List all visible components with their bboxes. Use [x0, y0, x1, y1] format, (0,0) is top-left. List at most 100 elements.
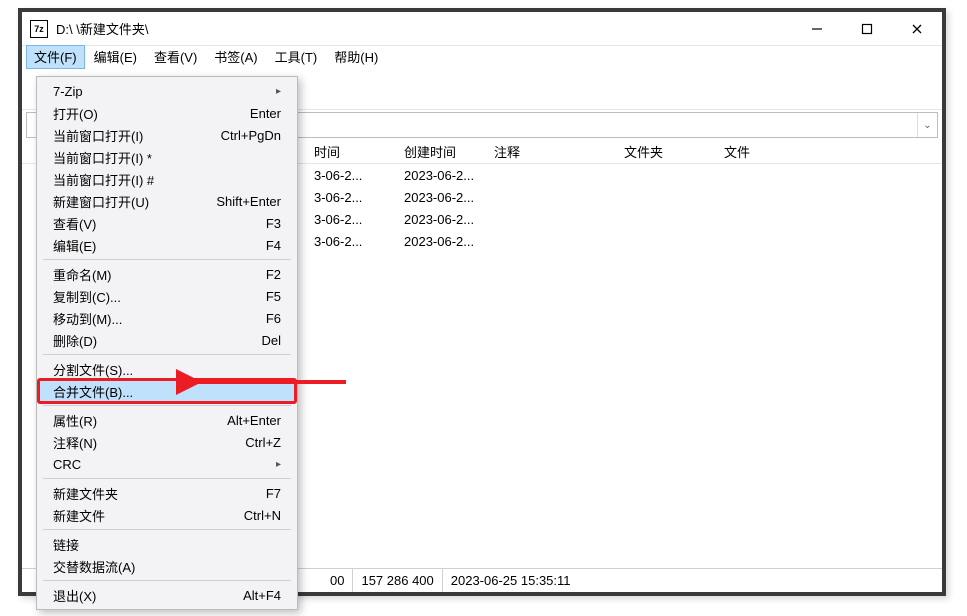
- menu-item-accelerator: F7: [266, 486, 281, 501]
- file-menu-item[interactable]: 删除(D)Del: [39, 329, 295, 351]
- menu-item-accelerator: F2: [266, 267, 281, 282]
- menu-help[interactable]: 帮助(H): [326, 45, 386, 69]
- menu-item-label: 新建窗口打开(U): [53, 192, 216, 211]
- file-menu-item[interactable]: CRC▸: [39, 453, 295, 475]
- menu-separator: [43, 478, 291, 479]
- menu-item-accelerator: Shift+Enter: [216, 194, 281, 209]
- menu-item-accelerator: Alt+Enter: [227, 413, 281, 428]
- close-icon: [911, 23, 923, 35]
- file-menu-item[interactable]: 合并文件(B)...: [39, 380, 295, 402]
- file-menu-item[interactable]: 当前窗口打开(I)Ctrl+PgDn: [39, 124, 295, 146]
- menu-item-label: 链接: [53, 535, 281, 554]
- file-menu-item[interactable]: 属性(R)Alt+Enter: [39, 409, 295, 431]
- menu-item-accelerator: Ctrl+Z: [245, 435, 281, 450]
- file-menu-item[interactable]: 打开(O)Enter: [39, 102, 295, 124]
- address-dropdown-button[interactable]: ⌄: [917, 113, 937, 137]
- col-modified[interactable]: 时间: [308, 142, 398, 161]
- menu-separator: [43, 580, 291, 581]
- menu-item-label: 交替数据流(A): [53, 557, 281, 576]
- menu-item-label: 移动到(M)...: [53, 309, 266, 328]
- menu-item-label: 复制到(C)...: [53, 287, 266, 306]
- file-menu-item[interactable]: 交替数据流(A): [39, 555, 295, 577]
- cell-created: 2023-06-2...: [398, 212, 488, 227]
- cell-created: 2023-06-2...: [398, 190, 488, 205]
- menu-item-accelerator: Alt+F4: [243, 588, 281, 603]
- file-menu-item[interactable]: 编辑(E)F4: [39, 234, 295, 256]
- menu-item-label: 属性(R): [53, 411, 227, 430]
- maximize-icon: [861, 23, 873, 35]
- chevron-right-icon: ▸: [276, 86, 281, 97]
- window-title: D:\ \新建文件夹\: [56, 19, 148, 38]
- menu-item-label: 打开(O): [53, 104, 250, 123]
- menu-item-label: 合并文件(B)...: [53, 382, 281, 401]
- menu-item-label: 当前窗口打开(I) #: [53, 170, 281, 189]
- status-seg-1: 00: [322, 569, 353, 592]
- menu-item-label: 查看(V): [53, 214, 266, 233]
- menu-item-label: 重命名(M): [53, 265, 266, 284]
- menu-item-accelerator: Del: [261, 333, 281, 348]
- menu-item-label: 删除(D): [53, 331, 261, 350]
- menu-item-label: 7-Zip: [53, 84, 276, 99]
- menu-item-accelerator: F6: [266, 311, 281, 326]
- status-seg-3: 2023-06-25 15:35:11: [443, 569, 579, 592]
- file-menu-item[interactable]: 新建窗口打开(U)Shift+Enter: [39, 190, 295, 212]
- menu-bookmarks[interactable]: 书签(A): [206, 45, 265, 69]
- menu-separator: [43, 405, 291, 406]
- col-comment[interactable]: 注释: [488, 142, 618, 161]
- menu-view[interactable]: 查看(V): [146, 45, 205, 69]
- file-menu-item[interactable]: 当前窗口打开(I) *: [39, 146, 295, 168]
- app-icon: 7z: [30, 20, 48, 38]
- chevron-down-icon: ⌄: [923, 120, 931, 131]
- menu-tools[interactable]: 工具(T): [267, 45, 326, 69]
- file-menu-item[interactable]: 链接: [39, 533, 295, 555]
- menu-item-accelerator: Ctrl+PgDn: [221, 128, 281, 143]
- maximize-button[interactable]: [842, 12, 892, 45]
- menu-separator: [43, 529, 291, 530]
- file-menu-item[interactable]: 注释(N)Ctrl+Z: [39, 431, 295, 453]
- cell-modified: 3-06-2...: [308, 168, 398, 183]
- menu-item-accelerator: F4: [266, 238, 281, 253]
- menu-item-label: 新建文件夹: [53, 484, 266, 503]
- cell-modified: 3-06-2...: [308, 212, 398, 227]
- menu-item-label: 新建文件: [53, 506, 244, 525]
- menu-item-label: 注释(N): [53, 433, 245, 452]
- file-menu-item[interactable]: 新建文件Ctrl+N: [39, 504, 295, 526]
- titlebar: 7z D:\ \新建文件夹\: [22, 12, 942, 46]
- file-menu-item[interactable]: 当前窗口打开(I) #: [39, 168, 295, 190]
- menu-separator: [43, 354, 291, 355]
- minimize-button[interactable]: [792, 12, 842, 45]
- file-menu-item[interactable]: 查看(V)F3: [39, 212, 295, 234]
- minimize-icon: [811, 23, 823, 35]
- menu-file[interactable]: 文件(F): [26, 45, 85, 69]
- chevron-right-icon: ▸: [276, 459, 281, 470]
- file-menu-item[interactable]: 分割文件(S)...: [39, 358, 295, 380]
- menu-item-accelerator: Enter: [250, 106, 281, 121]
- menu-item-accelerator: Ctrl+N: [244, 508, 281, 523]
- close-button[interactable]: [892, 12, 942, 45]
- file-menu-item[interactable]: 新建文件夹F7: [39, 482, 295, 504]
- col-created[interactable]: 创建时间: [398, 142, 488, 161]
- file-menu-item[interactable]: 复制到(C)...F5: [39, 285, 295, 307]
- menubar: 文件(F) 编辑(E) 查看(V) 书签(A) 工具(T) 帮助(H): [22, 46, 942, 68]
- menu-item-accelerator: F3: [266, 216, 281, 231]
- file-menu-item[interactable]: 退出(X)Alt+F4: [39, 584, 295, 606]
- cell-modified: 3-06-2...: [308, 234, 398, 249]
- status-seg-2: 157 286 400: [353, 569, 442, 592]
- cell-modified: 3-06-2...: [308, 190, 398, 205]
- file-menu-dropdown: 7-Zip▸打开(O)Enter当前窗口打开(I)Ctrl+PgDn当前窗口打开…: [36, 76, 298, 610]
- menu-item-label: 当前窗口打开(I) *: [53, 148, 281, 167]
- file-menu-item[interactable]: 7-Zip▸: [39, 80, 295, 102]
- file-menu-item[interactable]: 重命名(M)F2: [39, 263, 295, 285]
- menu-edit[interactable]: 编辑(E): [86, 45, 145, 69]
- menu-item-label: 退出(X): [53, 586, 243, 605]
- menu-item-accelerator: F5: [266, 289, 281, 304]
- col-files[interactable]: 文件: [718, 142, 818, 161]
- menu-item-label: CRC: [53, 457, 276, 472]
- cell-created: 2023-06-2...: [398, 234, 488, 249]
- menu-item-label: 分割文件(S)...: [53, 360, 281, 379]
- menu-item-label: 编辑(E): [53, 236, 266, 255]
- file-menu-item[interactable]: 移动到(M)...F6: [39, 307, 295, 329]
- menu-separator: [43, 259, 291, 260]
- col-folders[interactable]: 文件夹: [618, 142, 718, 161]
- menu-item-label: 当前窗口打开(I): [53, 126, 221, 145]
